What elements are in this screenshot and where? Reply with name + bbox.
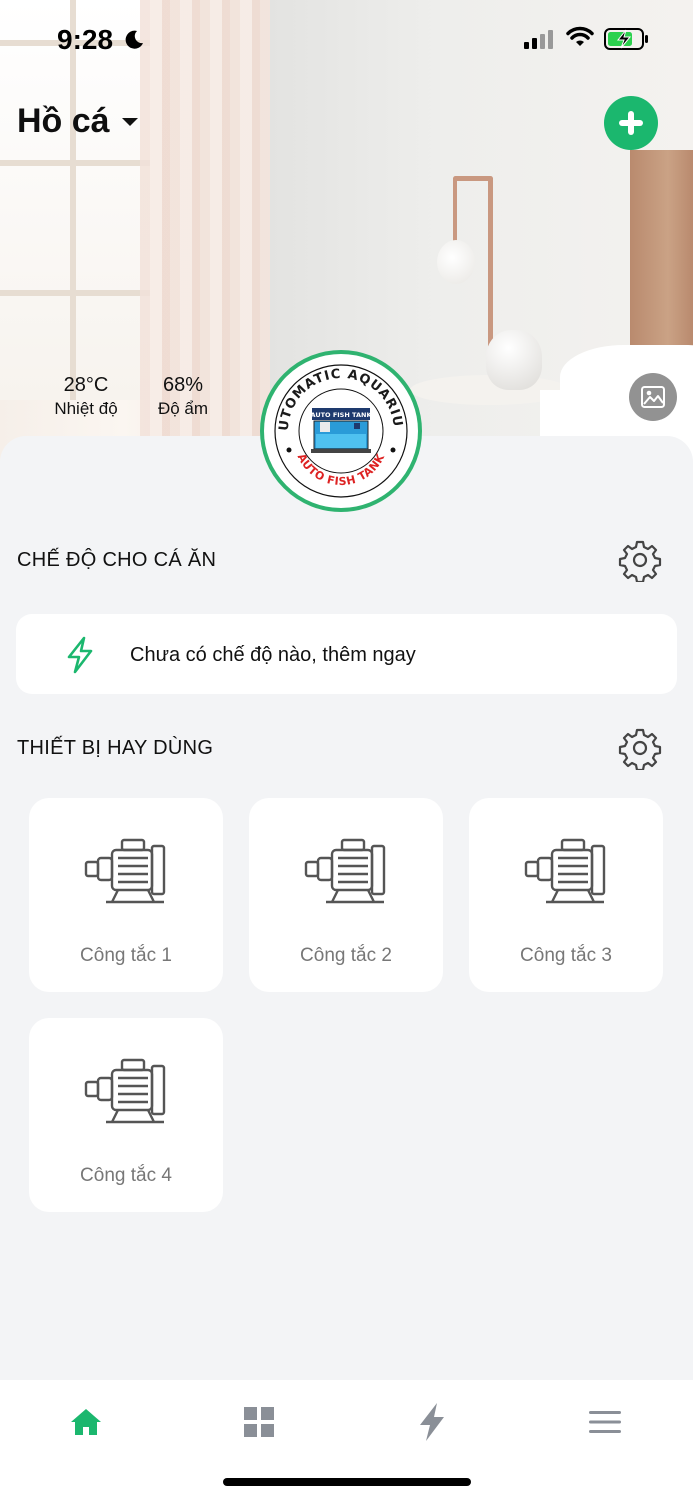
moon-icon	[125, 30, 143, 49]
device-name: Công tắc 2	[300, 945, 392, 966]
home-selector[interactable]: Hồ cá	[17, 102, 140, 141]
home-indicator	[223, 1478, 471, 1486]
tab-home[interactable]	[56, 1400, 116, 1444]
temperature-value: 28°C	[63, 374, 109, 396]
device-card-4[interactable]: Công tắc 4	[29, 1018, 223, 1212]
status-bar: 9:28	[0, 0, 693, 80]
change-background-button[interactable]	[629, 373, 677, 421]
humidity-value: 68%	[162, 374, 204, 396]
status-time: 9:28	[57, 24, 114, 55]
motor-icon	[84, 1058, 166, 1124]
device-name: Công tắc 3	[520, 945, 612, 966]
device-name: Công tắc 1	[80, 945, 172, 966]
vase	[486, 330, 542, 390]
devices-settings-gear-icon[interactable]	[618, 726, 662, 770]
device-name: Công tắc 4	[80, 1165, 172, 1186]
grid-icon	[244, 1407, 274, 1437]
motor-icon	[524, 838, 606, 904]
home-icon	[71, 1409, 101, 1435]
temperature-widget: 28°C Nhiệt độ	[48, 374, 124, 419]
cellular-signal-icon	[524, 30, 553, 49]
add-scene-card[interactable]: Chưa có chế độ nào, thêm ngay	[16, 614, 677, 694]
wifi-icon	[566, 26, 594, 46]
tab-scenes[interactable]	[402, 1400, 462, 1444]
humidity-label: Độ ẩm	[157, 399, 209, 418]
image-icon	[641, 386, 665, 408]
logo-image: AUTOMATIC AQUARIUM AUTO FISH TANK AUTO F…	[264, 354, 415, 505]
add-button[interactable]	[604, 96, 658, 150]
feeding-mode-title: CHẾ ĐỘ CHO CÁ ĂN	[17, 549, 217, 571]
frequent-devices-title: THIẾT BỊ HAY DÙNG	[17, 737, 214, 759]
device-card-1[interactable]: Công tắc 1	[29, 798, 223, 992]
bolt-icon	[67, 636, 93, 674]
motor-icon	[304, 838, 386, 904]
tab-menu[interactable]	[575, 1400, 635, 1444]
device-card-3[interactable]: Công tắc 3	[469, 798, 663, 992]
device-card-2[interactable]: Công tắc 2	[249, 798, 443, 992]
home-name: Hồ cá	[17, 102, 110, 140]
caret-down-icon	[121, 117, 138, 126]
no-scene-text: Chưa có chế độ nào, thêm ngay	[130, 644, 416, 666]
svg-text:AUTO FISH TANK: AUTO FISH TANK	[310, 411, 372, 419]
tab-devices[interactable]	[229, 1400, 289, 1444]
menu-icon	[589, 1411, 621, 1433]
motor-icon	[84, 838, 166, 904]
feeding-settings-gear-icon[interactable]	[618, 538, 662, 582]
humidity-widget: 68% Độ ẩm	[150, 374, 216, 419]
plus-icon	[619, 111, 643, 135]
temperature-label: Nhiệt độ	[54, 399, 118, 418]
aquarium-logo: AUTOMATIC AQUARIUM AUTO FISH TANK AUTO F…	[260, 350, 422, 512]
bolt-icon	[420, 1403, 444, 1441]
battery-charging-icon	[604, 28, 648, 50]
lamp-bulb	[437, 240, 475, 284]
